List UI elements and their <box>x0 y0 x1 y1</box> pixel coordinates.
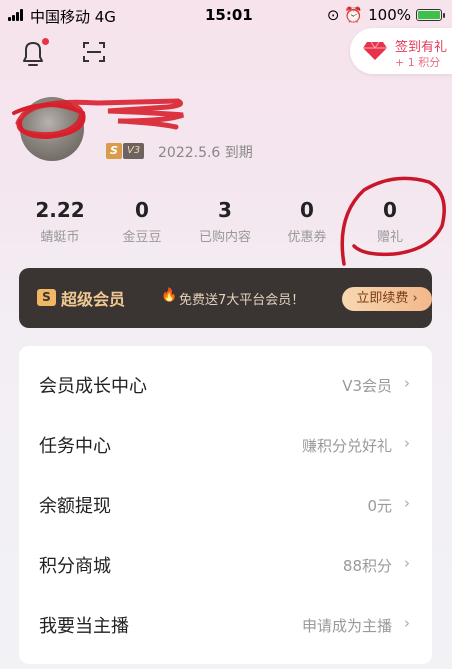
menu-item-growth-center[interactable]: 会员成长中心 V3会员 › <box>19 354 432 414</box>
menu-item-value: 申请成为主播 <box>301 617 392 635</box>
chevron-right-icon: › <box>404 494 410 512</box>
checkin-label: 签到有礼 <box>395 40 448 55</box>
vip-level-badge: V3 <box>123 143 145 159</box>
menu-item-label: 余额提现 <box>39 496 111 517</box>
checkin-button[interactable]: 签到有礼 + 1 积分 <box>350 28 452 74</box>
scan-icon[interactable] <box>82 40 106 64</box>
menu-card: 会员成长中心 V3会员 › 任务中心 赚积分兑好礼 › 余额提现 0元 › 积分… <box>19 346 432 664</box>
stat-value: 3 <box>218 198 232 222</box>
vip-title: 超级会员 <box>61 290 126 309</box>
signal-icon <box>8 9 26 21</box>
super-vip-banner[interactable]: S 超级会员 🔥 免费送7大平台会员！ 立即续费 › <box>19 268 432 328</box>
vip-expiry: 2022.5.6 到期 <box>158 145 253 161</box>
vip-crown-icon: S <box>37 289 56 306</box>
alarm-icon: ⏰ <box>344 6 364 24</box>
chevron-right-icon: › <box>404 614 410 632</box>
stat-purchased[interactable]: 3 已购内容 <box>180 198 270 245</box>
menu-item-value: 88积分 <box>342 557 392 575</box>
stat-dragonfly-coins[interactable]: 2.22 蜻蜓币 <box>15 198 105 245</box>
stat-gold-beans[interactable]: 0 金豆豆 <box>97 198 187 245</box>
stat-label: 金豆豆 <box>122 230 162 245</box>
menu-item-label: 任务中心 <box>39 436 111 457</box>
notification-dot <box>42 38 49 45</box>
status-time: 15:01 <box>205 6 253 24</box>
hand-drawn-circle <box>340 176 446 266</box>
redaction-scribble <box>12 98 184 140</box>
chevron-right-icon: › <box>404 374 410 392</box>
fire-icon: 🔥 <box>161 288 178 303</box>
menu-item-label: 积分商城 <box>39 556 111 577</box>
menu-item-value: V3会员 <box>342 377 392 395</box>
stat-value: 2.22 <box>35 198 85 222</box>
battery-icon <box>416 9 445 21</box>
menu-item-withdraw[interactable]: 余额提现 0元 › <box>19 474 432 534</box>
menu-item-value: 0元 <box>367 497 392 515</box>
level-badge: S <box>106 143 122 159</box>
chevron-right-icon: › <box>404 434 410 452</box>
renew-button[interactable]: 立即续费 › <box>342 287 432 311</box>
menu-item-label: 我要当主播 <box>39 616 129 637</box>
stat-label: 已购内容 <box>198 230 251 245</box>
menu-item-label: 会员成长中心 <box>39 376 147 397</box>
stat-value: 0 <box>135 198 149 222</box>
menu-item-value: 赚积分兑好礼 <box>301 437 392 455</box>
checkin-reward: + 1 积分 <box>395 56 441 69</box>
chevron-right-icon: › <box>404 554 410 572</box>
menu-item-become-host[interactable]: 我要当主播 申请成为主播 › <box>19 594 432 654</box>
gem-icon <box>363 41 387 60</box>
menu-item-points-mall[interactable]: 积分商城 88积分 › <box>19 534 432 594</box>
lock-rotation-icon: ⊙ <box>326 6 340 24</box>
stat-label: 蜻蜓币 <box>40 230 80 245</box>
carrier-label: 中国移动 4G <box>30 8 116 26</box>
battery-percent: 100% <box>368 6 411 24</box>
status-bar: 中国移动 4G 15:01 ⊙ ⏰ 100% <box>0 0 452 30</box>
menu-item-task-center[interactable]: 任务中心 赚积分兑好礼 › <box>19 414 432 474</box>
vip-promo: 免费送7大平台会员！ <box>179 293 305 308</box>
